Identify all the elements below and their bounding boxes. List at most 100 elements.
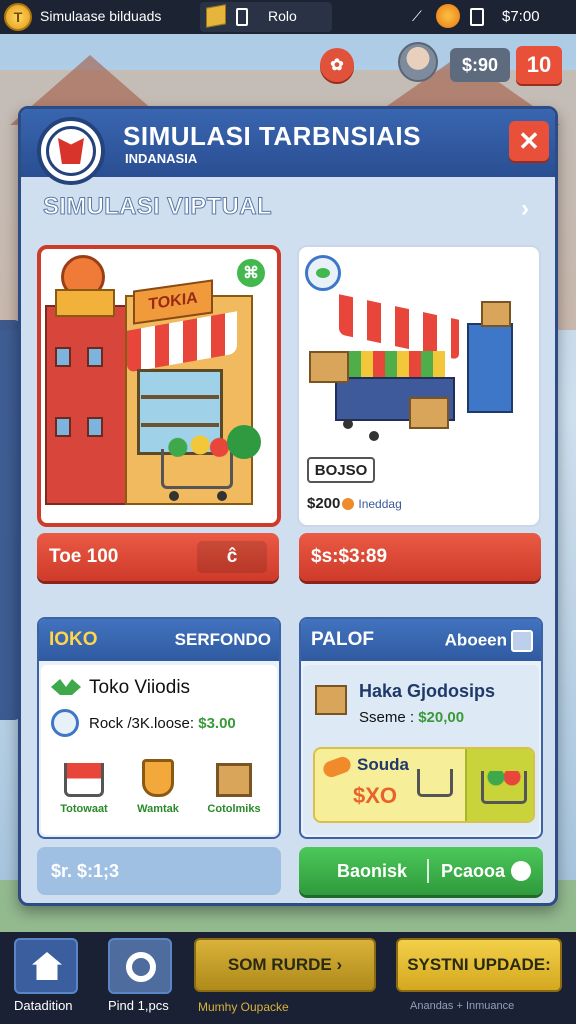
crate-icon [409, 397, 449, 429]
buy-stall-label: $s:$3:89 [311, 546, 388, 567]
panel-tab-left[interactable]: PALOF [311, 629, 374, 651]
category-item[interactable]: Wamtak [123, 759, 193, 815]
category-label: Cotolmiks [207, 803, 261, 815]
square-icon [511, 630, 533, 652]
cube-icon [206, 4, 226, 28]
stock-value: $3.00 [198, 715, 236, 732]
card-price: $200 Ineddag [307, 495, 402, 512]
chevron-right-icon[interactable]: › [521, 195, 529, 223]
plant-icon [227, 425, 261, 459]
ring-icon [126, 952, 156, 982]
confirm-button[interactable]: Baonisk Pcaooa [299, 847, 543, 895]
category-item[interactable]: Totowaat [49, 759, 119, 815]
globe-icon [51, 709, 79, 737]
panel-tab-right[interactable]: SERFONDO [175, 630, 271, 650]
panel-tab-left[interactable]: IOKO [49, 629, 98, 651]
system-update-button[interactable]: SYSTNI UPDADE: [396, 938, 562, 992]
avatar[interactable] [398, 42, 438, 82]
card-price-value: $200 [307, 495, 341, 512]
dialog-subtitle: INDANASIA [125, 151, 198, 166]
cart-wheel [217, 491, 227, 501]
stock-line: Rock /3K.loose: $3.00 [89, 715, 236, 732]
panel-tab-right[interactable]: Aboeen [445, 630, 533, 652]
nav-home-button[interactable] [14, 938, 78, 994]
stall-goods [349, 351, 445, 379]
coin-glyph: T [13, 9, 23, 25]
coin-dot-icon [342, 498, 355, 511]
panel-body: Haka Gjodosips Sseme : $20,00 Souda $XO [303, 665, 539, 835]
cart-icon [417, 769, 453, 797]
store-route-button[interactable]: SOM RURDE › [194, 938, 376, 992]
balance-field: $r. $:1;3 [37, 847, 281, 895]
status-bar: T Simulaase bilduads Rolo ⟋ $7:00 [0, 0, 576, 34]
play-icon [511, 861, 531, 881]
status-mid-label: Rolo [268, 8, 297, 24]
app-title: Simulaase bilduads [40, 8, 162, 24]
button-divider [427, 859, 429, 883]
home-icon [32, 952, 62, 980]
category-label: Wamtak [137, 803, 179, 815]
notification-badge[interactable]: ✿ [320, 48, 354, 82]
panel-body: Toko Viiodis Rock /3K.loose: $3.00 Totow… [41, 665, 277, 835]
crate-icon [309, 351, 349, 383]
product-code: BOJSO [307, 457, 375, 483]
emblem-ring [46, 126, 96, 176]
section-title: SIMULASI VIPTUAL [43, 193, 273, 221]
store-name: Toko Viiodis [89, 677, 191, 698]
offer-line: Sseme : $20,00 [359, 709, 464, 726]
shopping-cart-icon [161, 449, 233, 489]
produce-cart-image [465, 749, 533, 821]
confirm-right-label: Pcaooa [441, 861, 506, 881]
nav-home-label: Datadition [14, 998, 73, 1013]
globe-icon [305, 255, 341, 291]
category-label: Totowaat [60, 803, 108, 815]
close-button[interactable]: ✕ [509, 121, 549, 161]
shop-window [87, 347, 103, 367]
shelf [141, 395, 219, 399]
status-time: $7:00 [502, 8, 540, 25]
offer-line-label: Sseme : [359, 709, 415, 726]
emblem-logo [37, 117, 105, 185]
store-card-stall[interactable]: BOJSO $200 Ineddag [297, 245, 541, 527]
shop-window [55, 347, 71, 367]
bottom-nav: Datadition Pind 1,pcs SOM RURDE › Mumhy … [0, 932, 576, 1024]
panel-header: PALOF Aboeen [301, 619, 541, 661]
card-price-note: Ineddag [358, 497, 402, 511]
dialog-title: SIMULASI TARBNSIAIS [123, 121, 421, 151]
stall-wheel [343, 419, 353, 429]
confirm-left-label: Baonisk [337, 861, 408, 881]
buy-stall-button[interactable]: $s:$3:89 [299, 533, 541, 581]
ticket-icon [321, 754, 353, 780]
system-update-sub: Anandas + Inmuance [410, 1000, 515, 1012]
panel-tab-right-label: Aboeen [444, 630, 507, 650]
parcel-icon [481, 301, 511, 327]
buy-shop-tag: ĉ [197, 541, 267, 573]
shelf [141, 423, 219, 427]
coin-icon[interactable]: T [4, 3, 32, 31]
cup-icon [142, 759, 174, 797]
leaf-icon [51, 679, 81, 695]
shop-window [55, 417, 71, 437]
offer-price: $XO [353, 783, 398, 808]
nav-pin-button[interactable] [108, 938, 172, 994]
offer-title: Souda [357, 755, 409, 774]
box-icon [216, 763, 252, 797]
offer-line-value: $20,00 [418, 709, 465, 726]
box-icon [315, 685, 347, 715]
stall-awning [339, 294, 459, 360]
special-offer-card[interactable]: Souda $XO [313, 747, 535, 823]
signal-icon: ⟋ [412, 8, 422, 24]
shop-sign [55, 289, 115, 317]
store-info-panel: IOKO SERFONDO Toko Viiodis Rock /3K.loos… [37, 617, 281, 839]
offer-panel: PALOF Aboeen Haka Gjodosips Sseme : $20,… [299, 617, 543, 839]
emblem-icon [58, 138, 84, 164]
shuffle-icon[interactable]: ⌘ [235, 257, 267, 289]
level-badge: 10 [516, 46, 562, 84]
buy-shop-button[interactable]: Toe 100 ĉ [37, 533, 279, 581]
offer-store-name: Haka Gjodosips [359, 681, 496, 701]
store-card-shop[interactable]: TOKIA ⌘ [37, 245, 281, 527]
battery-icon [470, 8, 484, 26]
category-item[interactable]: Cotolmiks [199, 759, 269, 815]
balance-text: $r. $:1;3 [51, 861, 120, 881]
simulation-dialog: SIMULASI TARBNSIAIS INDANASIA ✕ SIMULASI… [18, 106, 558, 906]
